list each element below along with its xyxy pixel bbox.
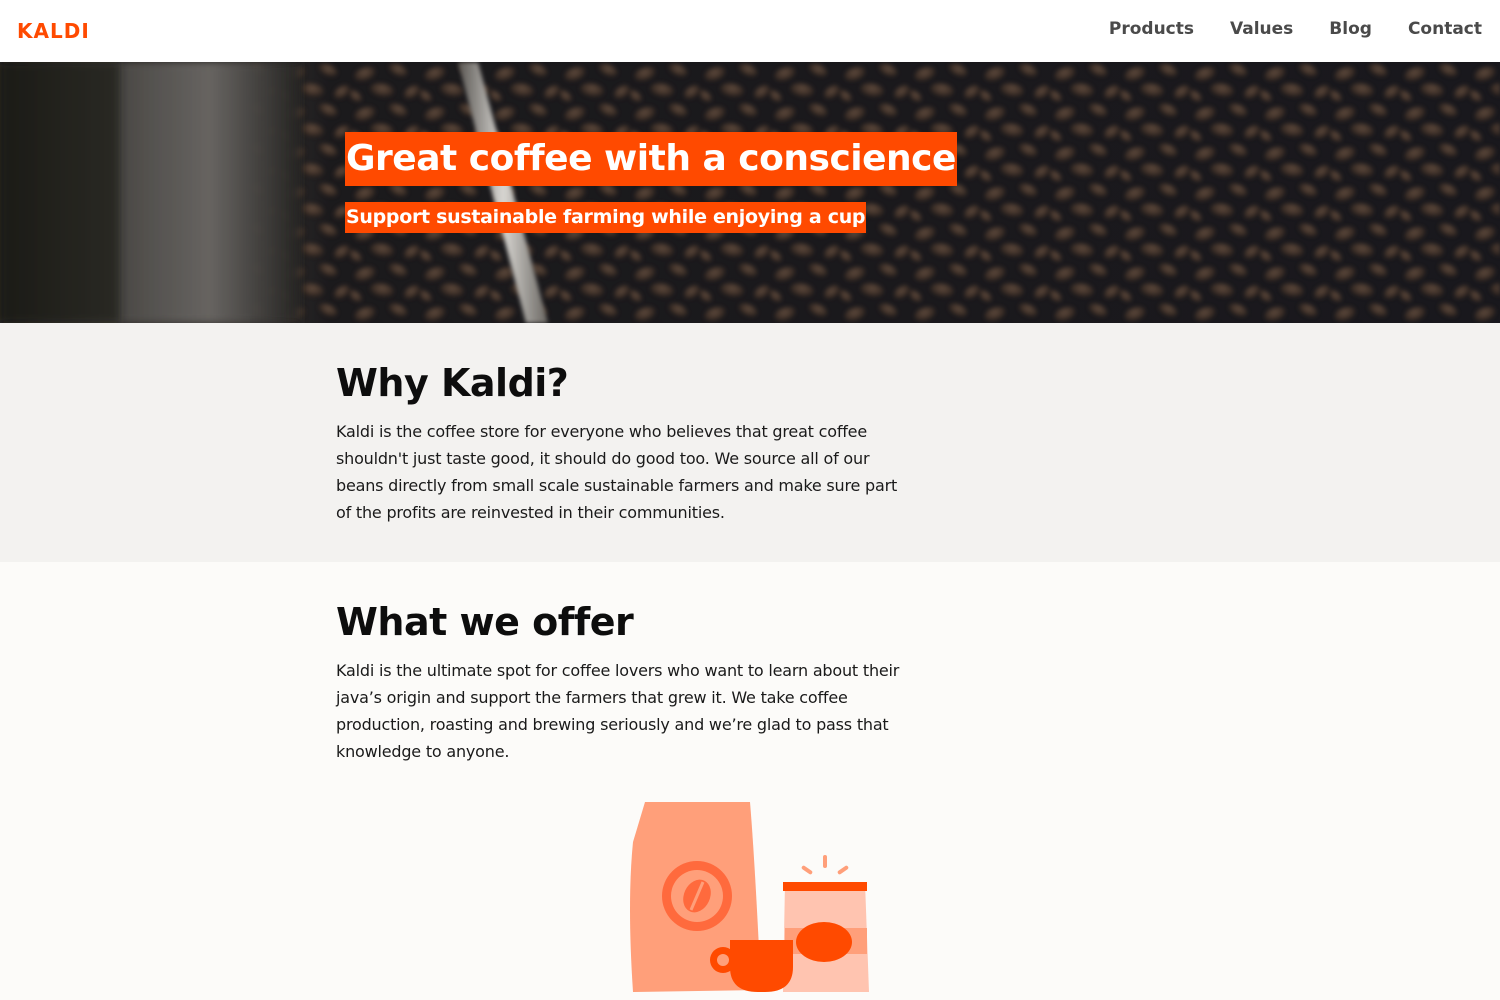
hero-background-image — [0, 62, 1500, 323]
why-heading: Why Kaldi? — [336, 361, 569, 405]
hero-title: Great coffee with a conscience — [345, 132, 957, 186]
why-section: Why Kaldi? Kaldi is the coffee store for… — [0, 323, 1500, 562]
hero-subtitle: Support sustainable farming while enjoyi… — [345, 202, 867, 233]
brand-logo[interactable]: KALDI — [17, 19, 90, 43]
nav-item-blog[interactable]: Blog — [1329, 19, 1372, 39]
hero-banner: Great coffee with a conscience Support s… — [0, 62, 1500, 323]
nav-item-contact[interactable]: Contact — [1408, 19, 1482, 39]
offer-section: What we offer Kaldi is the ultimate spot… — [0, 562, 1500, 1000]
nav-item-products[interactable]: Products — [1109, 19, 1194, 39]
nav-item-values[interactable]: Values — [1230, 19, 1293, 39]
why-text: Kaldi is the coffee store for everyone w… — [336, 422, 898, 522]
offer-text: Kaldi is the ultimate spot for coffee lo… — [336, 661, 900, 761]
offer-heading: What we offer — [336, 600, 634, 644]
nav-links: Products Values Blog Contact — [1109, 19, 1482, 39]
coffee-bag-cup-icon — [630, 802, 869, 992]
navbar: KALDI Products Values Blog Contact — [0, 0, 1500, 62]
